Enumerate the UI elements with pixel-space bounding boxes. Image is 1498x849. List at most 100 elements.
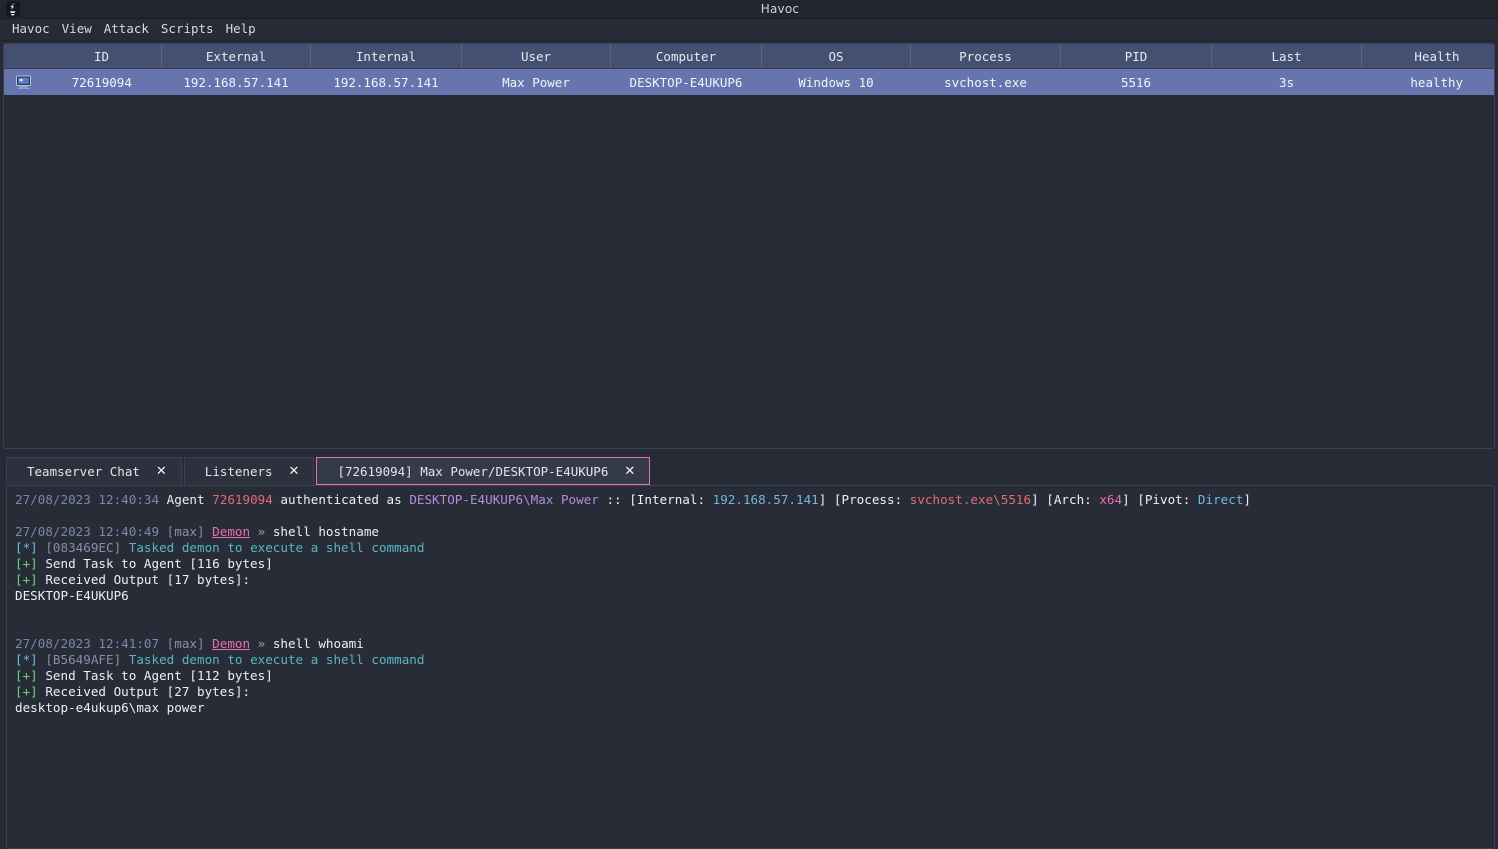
console-line: 27/08/2023 12:41:07 [max] Demon » shell …	[15, 636, 1486, 652]
menu-bar: Havoc View Attack Scripts Help	[0, 19, 1498, 41]
console-line: 27/08/2023 12:40:49 [max] Demon » shell …	[15, 524, 1486, 540]
console-segment: [max]	[166, 636, 213, 651]
tab-label: Teamserver Chat	[27, 464, 140, 479]
cell-last: 3s	[1211, 68, 1362, 95]
column-header-id[interactable]: ID	[42, 44, 162, 69]
console-segment: Demon	[212, 636, 251, 651]
sessions-panel: ID External Internal User Computer OS Process P…	[3, 43, 1495, 449]
menu-havoc[interactable]: Havoc	[6, 20, 56, 39]
column-header-computer[interactable]: Computer	[610, 44, 762, 69]
column-header-internal[interactable]: Internal	[310, 44, 462, 69]
menu-attack[interactable]: Attack	[98, 20, 155, 39]
console-line: DESKTOP-E4UKUP6	[15, 588, 1486, 604]
console-segment: [+]	[15, 572, 46, 587]
console-segment: [+]	[15, 556, 46, 571]
computer-icon	[4, 68, 42, 95]
console-segment: [*]	[15, 540, 46, 555]
console-line: [+] Send Task to Agent [116 bytes]	[15, 556, 1486, 572]
console-segment: Tasked demon to execute a shell command	[128, 652, 425, 667]
console-segment: Received Output [27 bytes]:	[45, 684, 251, 699]
console-segment: ] [Process:	[818, 492, 910, 507]
column-header-user[interactable]: User	[461, 44, 611, 69]
tab-close-icon[interactable]: ✕	[289, 465, 300, 478]
console-segment: Received Output [17 bytes]:	[45, 572, 251, 587]
cell-health: healthy	[1361, 68, 1494, 95]
console-segment: 27/08/2023 12:40:49	[15, 524, 167, 539]
console-segment: Direct	[1197, 492, 1244, 507]
column-header-external[interactable]: External	[161, 44, 311, 69]
console-segment: DESKTOP-E4UKUP6	[15, 588, 129, 603]
console-segment: [B5649AFE]	[45, 652, 129, 667]
table-row[interactable]: 72619094 192.168.57.141 192.168.57.141 Max …	[4, 68, 1494, 95]
console-segment: Agent	[166, 492, 213, 507]
column-header-pid[interactable]: PID	[1060, 44, 1212, 69]
console-line: desktop-e4ukup6\max power	[15, 700, 1486, 716]
tab-close-icon[interactable]: ✕	[624, 465, 635, 478]
console-segment: ]	[1243, 492, 1252, 507]
tab-close-icon[interactable]: ✕	[156, 465, 167, 478]
console-segment: Send Task to Agent [116 bytes]	[45, 556, 273, 571]
console-line: 27/08/2023 12:40:34 Agent 72619094 authe…	[15, 492, 1486, 508]
console-segment: [+]	[15, 684, 46, 699]
console-output: 27/08/2023 12:40:34 Agent 72619094 authe…	[7, 486, 1494, 716]
cell-user: Max Power	[461, 68, 611, 95]
tab-label: Listeners	[204, 464, 273, 479]
console-segment: Demon	[212, 524, 251, 539]
sessions-table-header: ID External Internal User Computer OS Process P…	[4, 44, 1494, 69]
console-line: [+] Received Output [17 bytes]:	[15, 572, 1486, 588]
menu-help[interactable]: Help	[220, 20, 262, 39]
console-segment: [+]	[15, 668, 46, 683]
menu-scripts[interactable]: Scripts	[155, 20, 220, 39]
console-segment: [*]	[15, 652, 46, 667]
console-segment: [083469EC]	[45, 540, 129, 555]
tab-label: [72619094] Max Power/DESKTOP-E4UKUP6	[337, 463, 609, 479]
column-header-health[interactable]: Health	[1361, 44, 1494, 69]
console-segment: [max]	[166, 524, 213, 539]
cell-pid: 5516	[1060, 68, 1212, 95]
tab-demon-session[interactable]: [72619094] Max Power/DESKTOP-E4UKUP6 ✕	[316, 457, 651, 485]
cell-internal: 192.168.57.141	[310, 68, 462, 95]
console-segment: shell whoami	[272, 636, 364, 651]
console-segment: DESKTOP-E4UKUP6\Max Power	[409, 492, 599, 507]
column-header-os[interactable]: OS	[761, 44, 911, 69]
console-segment: ] [Pivot:	[1122, 492, 1198, 507]
sessions-table-body: 72619094 192.168.57.141 192.168.57.141 Max …	[4, 68, 1494, 95]
menu-view[interactable]: View	[56, 20, 98, 39]
console-segment: Send Task to Agent [112 bytes]	[45, 668, 273, 683]
console-segment: 192.168.57.141	[712, 492, 819, 507]
column-header-last[interactable]: Last	[1211, 44, 1362, 69]
console-segment: ] [Arch:	[1031, 492, 1100, 507]
console-segment: authenticated as	[272, 492, 410, 507]
console-segment: shell hostname	[272, 524, 379, 539]
tab-listeners[interactable]: Listeners ✕	[183, 457, 315, 485]
console-segment: x64	[1099, 492, 1123, 507]
sessions-table: ID External Internal User Computer OS Process P…	[4, 44, 1494, 95]
cell-external: 192.168.57.141	[161, 68, 311, 95]
tab-teamserver-chat[interactable]: Teamserver Chat ✕	[6, 457, 182, 485]
table-header-icon-col	[4, 44, 42, 69]
cell-computer: DESKTOP-E4UKUP6	[610, 68, 762, 95]
column-header-process[interactable]: Process	[910, 44, 1061, 69]
console-panel[interactable]: 27/08/2023 12:40:34 Agent 72619094 authe…	[6, 485, 1495, 849]
console-line: [+] Send Task to Agent [112 bytes]	[15, 668, 1486, 684]
console-segment: :: [Internal:	[598, 492, 713, 507]
console-segment: 27/08/2023 12:40:34	[15, 492, 167, 507]
tab-bar: Teamserver Chat ✕ Listeners ✕ [72619094] Max…	[0, 455, 1498, 485]
console-segment: Tasked demon to execute a shell command	[128, 540, 425, 555]
cell-os: Windows 10	[761, 68, 911, 95]
console-segment: »	[250, 636, 273, 651]
window-title: Havoc	[760, 2, 800, 16]
cell-process: svchost.exe	[910, 68, 1061, 95]
console-segment: 27/08/2023 12:41:07	[15, 636, 167, 651]
console-line: [*] [083469EC] Tasked demon to execute a…	[15, 540, 1486, 556]
console-line: [*] [B5649AFE] Tasked demon to execute a…	[15, 652, 1486, 668]
title-bar: Havoc	[0, 0, 1498, 19]
console-segment: desktop-e4ukup6\max power	[15, 700, 205, 715]
cell-id: 72619094	[42, 68, 162, 95]
console-segment: »	[250, 524, 273, 539]
console-segment: svchost.exe\5516	[909, 492, 1032, 507]
console-segment: 72619094	[212, 492, 273, 507]
